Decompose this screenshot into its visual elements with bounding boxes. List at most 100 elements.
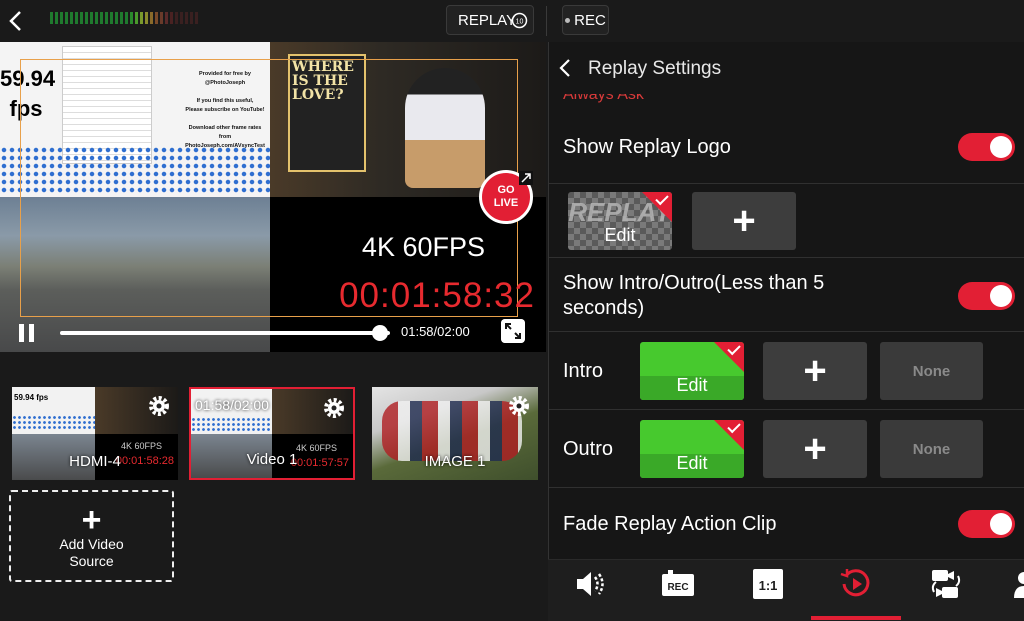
meter-bar — [100, 12, 103, 24]
source-tile-video1[interactable]: 01:58/02:00 4K 60FPS 00:01:57:57 Video 1 — [189, 387, 355, 480]
meter-bar — [125, 12, 128, 24]
meter-bar — [195, 12, 198, 24]
intro-label: Intro — [563, 360, 604, 382]
person-icon[interactable] — [1011, 566, 1024, 602]
thumb-playback-time: 01:58/02:00 — [195, 397, 269, 413]
add-logo-button[interactable]: + — [692, 192, 796, 250]
intro-row: Intro Edit + None — [549, 332, 1024, 410]
main-preview[interactable]: 59.94 fps Provided for free by @PhotoJosep… — [0, 42, 546, 352]
rec-button-label: REC — [574, 11, 606, 29]
thumb-4k: 4K 60FPS — [120, 441, 162, 451]
fade-toggle[interactable] — [958, 510, 1015, 538]
active-tab-indicator — [811, 616, 901, 620]
selected-check-icon — [714, 420, 744, 450]
meter-bar — [110, 12, 113, 24]
panel-header: Replay Settings — [549, 42, 1024, 94]
plus-icon: + — [732, 198, 756, 243]
thumb-players — [382, 401, 522, 461]
plus-icon: + — [803, 426, 827, 471]
meter-bar — [160, 12, 163, 24]
gear-icon[interactable] — [508, 395, 530, 417]
logo-tile[interactable]: REPLAY Edit — [568, 192, 672, 250]
replay-icon[interactable] — [838, 566, 874, 602]
meter-bar — [95, 12, 98, 24]
source-label: IMAGE 1 — [424, 453, 486, 470]
fade-row: Fade Replay Action Clip — [549, 488, 1024, 560]
back-icon[interactable] — [4, 8, 30, 34]
meter-bar — [165, 12, 168, 24]
logo-edit-label: Edit — [604, 225, 636, 245]
show-logo-toggle[interactable] — [958, 133, 1015, 161]
pause-icon[interactable] — [19, 324, 35, 342]
progress-track[interactable] — [60, 331, 390, 335]
rec-button[interactable]: REC — [562, 5, 609, 35]
gear-icon[interactable] — [323, 397, 345, 419]
outro-edit-label: Edit — [676, 453, 708, 473]
meter-bar — [65, 12, 68, 24]
replay-button[interactable]: REPLAY 10 — [446, 5, 534, 35]
add-outro-button[interactable]: + — [763, 420, 867, 478]
audio-icon[interactable] — [572, 566, 608, 602]
meter-bar — [55, 12, 58, 24]
add-source-line2: Source — [69, 553, 114, 569]
show-logo-label: Show Replay Logo — [563, 136, 731, 158]
outro-tile[interactable]: Edit — [640, 420, 744, 478]
outro-label: Outro — [563, 438, 614, 460]
outro-none-button[interactable]: None — [880, 420, 983, 478]
audio-level-meter — [50, 12, 198, 24]
show-logo-row: Show Replay Logo — [549, 112, 1024, 184]
thumb-dots — [191, 417, 272, 433]
meter-bar — [190, 12, 193, 24]
intro-none-button[interactable]: None — [880, 342, 983, 400]
meter-bar — [115, 12, 118, 24]
meter-bar — [120, 12, 123, 24]
switch-camera-icon[interactable] — [928, 566, 964, 602]
intro-edit-label: Edit — [676, 375, 708, 395]
source-tile-hdmi[interactable]: 59.94 fps 4K 60FPS 00:01:58:28 HDMI-4 — [12, 387, 178, 480]
plus-icon: + — [81, 501, 102, 539]
outro-row: Outro Edit + None — [549, 410, 1024, 488]
replay-button-label: REPLAY — [458, 11, 517, 29]
overlay-timecode: 00:01:58:32 — [339, 276, 535, 315]
meter-bar — [180, 12, 183, 24]
source-label: Video 1 — [246, 451, 298, 468]
overlay-4k-text: 4K 60FPS — [361, 232, 485, 262]
thumb-dots — [12, 415, 95, 431]
source-label: HDMI-4 — [69, 453, 121, 470]
rec-dot-icon — [565, 17, 571, 23]
meter-bar — [60, 12, 63, 24]
fullscreen-icon[interactable] — [501, 319, 525, 343]
plus-icon: + — [803, 348, 827, 393]
intro-tile[interactable]: Edit — [640, 342, 744, 400]
svg-text:1:1: 1:1 — [759, 578, 778, 593]
meter-bar — [90, 12, 93, 24]
meter-bar — [75, 12, 78, 24]
intro-outro-toggle[interactable] — [958, 282, 1015, 310]
intro-outro-label: Show Intro/Outro(Less than 5 seconds) — [563, 272, 825, 319]
meter-bar — [80, 12, 83, 24]
selected-check-icon — [714, 342, 744, 372]
rec-icon[interactable]: REC — [660, 566, 696, 602]
chevron-left-icon[interactable] — [557, 58, 573, 78]
bottom-tab-bar: REC 1:1 — [548, 559, 1024, 621]
svg-text:10: 10 — [516, 19, 524, 26]
meter-bar — [170, 12, 173, 24]
logo-tiles-row: REPLAY Edit + — [549, 184, 1024, 258]
meter-bar — [140, 12, 143, 24]
top-bar: REPLAY 10 REC — [0, 0, 1024, 42]
panel-title: Replay Settings — [588, 58, 722, 79]
collapse-icon[interactable] — [519, 171, 533, 185]
playback-time: 01:58/02:00 — [401, 324, 470, 339]
meter-bar — [70, 12, 73, 24]
add-intro-button[interactable]: + — [763, 342, 867, 400]
add-video-source-button[interactable]: + Add Video Source — [9, 490, 174, 582]
gear-icon[interactable] — [148, 395, 170, 417]
replay-10-icon: 10 — [511, 12, 528, 29]
source-tile-image1[interactable]: IMAGE 1 — [372, 387, 538, 480]
aspect-ratio-icon[interactable]: 1:1 — [750, 566, 786, 602]
playback-bar: 01:58/02:00 — [0, 312, 546, 352]
selected-check-icon — [642, 192, 672, 222]
meter-bar — [105, 12, 108, 24]
progress-knob[interactable] — [372, 325, 389, 341]
meter-bar — [175, 12, 178, 24]
